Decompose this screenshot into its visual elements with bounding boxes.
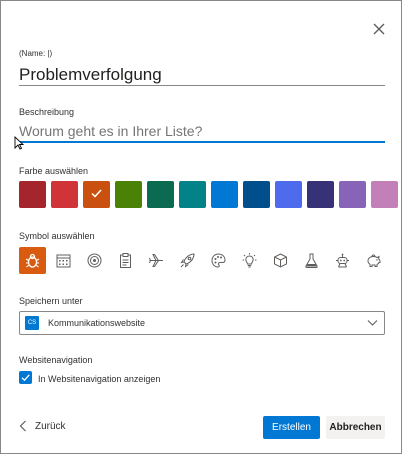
- description-label: Beschreibung: [19, 107, 75, 117]
- navigation-label: Websitenavigation: [19, 355, 93, 365]
- symbol-option-rocket[interactable]: [174, 247, 201, 274]
- bug-icon: [25, 253, 40, 268]
- color-swatch[interactable]: [211, 181, 238, 208]
- color-swatch[interactable]: [83, 181, 110, 208]
- symbol-option-flask[interactable]: [298, 247, 325, 274]
- save-location-dropdown[interactable]: CS Kommunikationswebsite: [19, 311, 385, 335]
- color-label: Farbe auswählen: [19, 166, 89, 176]
- symbol-option-airplane[interactable]: [143, 247, 170, 274]
- lightbulb-icon: [242, 253, 257, 268]
- color-swatch[interactable]: [275, 181, 302, 208]
- airplane-icon: [149, 254, 163, 267]
- symbol-option-clipboard[interactable]: [112, 247, 139, 274]
- back-button[interactable]: Zurück: [19, 420, 66, 432]
- color-swatch-list: [19, 181, 398, 208]
- show-in-navigation-label: In Websitenavigation anzeigen: [38, 374, 161, 384]
- create-button[interactable]: Erstellen: [263, 416, 320, 439]
- symbol-option-palette[interactable]: [205, 247, 232, 274]
- symbol-option-cube[interactable]: [267, 247, 294, 274]
- back-label: Zurück: [35, 420, 66, 432]
- color-swatch[interactable]: [243, 181, 270, 208]
- description-input[interactable]: [19, 121, 385, 143]
- save-location-value: Kommunikationswebsite: [48, 318, 146, 328]
- robot-icon: [336, 253, 349, 268]
- chevron-left-icon: [19, 420, 26, 432]
- flask-icon: [305, 253, 318, 268]
- symbol-option-robot[interactable]: [329, 247, 356, 274]
- color-swatch[interactable]: [51, 181, 78, 208]
- color-swatch[interactable]: [179, 181, 206, 208]
- symbol-option-target[interactable]: [81, 247, 108, 274]
- mouse-pointer-icon: [14, 136, 24, 150]
- symbol-label: Symbol auswählen: [19, 231, 95, 241]
- save-location-label: Speichern unter: [19, 296, 83, 306]
- site-icon: CS: [25, 316, 39, 330]
- calendar-icon: [56, 254, 71, 268]
- color-swatch[interactable]: [307, 181, 334, 208]
- symbol-option-lightbulb[interactable]: [236, 247, 263, 274]
- symbol-option-piggy-bank[interactable]: [360, 247, 387, 274]
- name-input[interactable]: [19, 64, 385, 86]
- color-swatch[interactable]: [371, 181, 398, 208]
- show-in-navigation-checkbox[interactable]: [19, 371, 32, 384]
- color-swatch[interactable]: [339, 181, 366, 208]
- palette-icon: [211, 253, 226, 268]
- color-swatch[interactable]: [115, 181, 142, 208]
- checkmark-icon: [21, 374, 30, 382]
- target-icon: [87, 253, 102, 268]
- clipboard-icon: [120, 253, 131, 268]
- name-label: (Name: |): [19, 49, 53, 58]
- color-swatch[interactable]: [147, 181, 174, 208]
- cube-icon: [274, 253, 287, 268]
- checkmark-icon: [91, 189, 102, 198]
- close-icon[interactable]: [372, 22, 386, 36]
- create-list-dialog: (Name: |) Beschreibung Farbe auswählen S…: [0, 0, 402, 454]
- symbol-icon-list: [19, 247, 387, 274]
- rocket-icon: [180, 253, 195, 268]
- piggy-bank-icon: [367, 254, 381, 267]
- symbol-option-bug[interactable]: [19, 247, 46, 274]
- color-swatch[interactable]: [19, 181, 46, 208]
- cancel-button[interactable]: Abbrechen: [326, 416, 385, 439]
- symbol-option-calendar[interactable]: [50, 247, 77, 274]
- chevron-down-icon: [367, 320, 378, 326]
